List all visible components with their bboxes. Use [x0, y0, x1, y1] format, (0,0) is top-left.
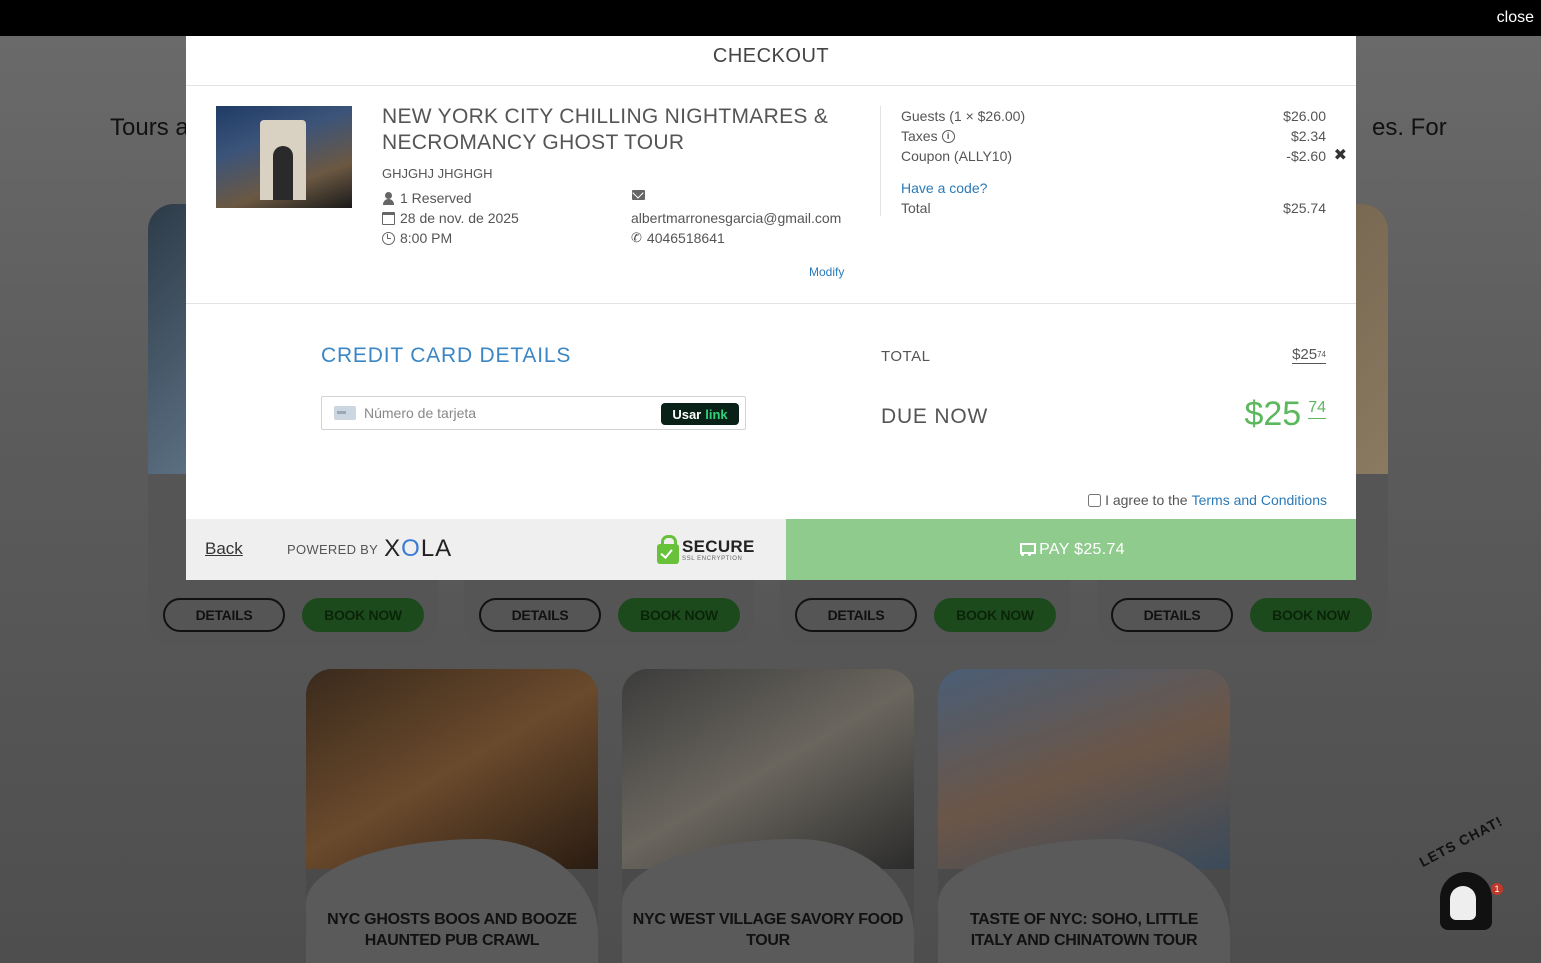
- divider: [880, 106, 881, 216]
- modal-footer: Back POWERED BY XOLA SECURE SSL ENCRYPTI…: [186, 519, 786, 580]
- details-button[interactable]: DETAILS: [163, 598, 285, 632]
- remove-coupon-icon[interactable]: ✖: [1334, 148, 1347, 164]
- due-now-label: DUE NOW: [881, 405, 989, 428]
- secure-badge: SECURE SSL ENCRYPTION: [657, 535, 755, 564]
- clock-icon: [382, 231, 395, 245]
- tour-title: NEW YORK CITY CHILLING NIGHTMARES & NECR…: [382, 105, 829, 154]
- time-info: 8:00 PM: [382, 230, 452, 246]
- email-info: albertmarronesgarcia@gmail.com: [631, 210, 842, 226]
- email-icon-row: [632, 190, 645, 200]
- date-info: 28 de nov. de 2025: [382, 210, 519, 226]
- reserved-info: 1 Reserved: [382, 190, 472, 206]
- have-code-link[interactable]: Have a code?: [901, 180, 987, 200]
- card-number-field[interactable]: Usar link: [321, 396, 746, 430]
- price-breakdown: Guests (1 × $26.00) $26.00 Taxes i $2.34…: [901, 108, 1347, 220]
- intro-text-right: es. For: [1372, 114, 1447, 141]
- details-button[interactable]: DETAILS: [479, 598, 601, 632]
- intro-text-left: Tours a: [110, 114, 189, 141]
- user-icon: [382, 191, 395, 205]
- back-button[interactable]: Back: [205, 539, 243, 559]
- tour-image: [216, 106, 352, 208]
- price-row-guests: Guests (1 × $26.00) $26.00: [901, 108, 1326, 124]
- tour-card[interactable]: NYC GHOSTS BOOS AND BOOZE HAUNTED PUB CR…: [306, 669, 598, 963]
- book-now-button[interactable]: BOOK NOW: [302, 598, 424, 632]
- chat-notification-badge: 1: [1491, 883, 1503, 895]
- calendar-icon: [382, 211, 395, 225]
- credit-card-title: CREDIT CARD DETAILS: [321, 344, 572, 367]
- price-row-coupon: Coupon (ALLY10) -$2.60 ✖: [901, 147, 1347, 165]
- price-row-taxes: Taxes i $2.34: [901, 128, 1326, 144]
- ghost-icon: [1440, 872, 1492, 930]
- card-number-input[interactable]: [364, 405, 654, 421]
- terms-checkbox[interactable]: [1088, 493, 1102, 507]
- total-amount: $2574: [1292, 346, 1326, 364]
- phone-info: ✆ 4046518641: [631, 230, 725, 246]
- chat-widget[interactable]: LETS CHAT! 1: [1416, 813, 1512, 934]
- tour-card-title: NYC WEST VILLAGE SAVORY FOOD TOUR: [632, 911, 904, 949]
- book-now-button[interactable]: BOOK NOW: [1250, 598, 1372, 632]
- tour-card[interactable]: TASTE OF NYC: SOHO, LITTLE ITALY AND CHI…: [938, 669, 1230, 963]
- book-now-button[interactable]: BOOK NOW: [934, 598, 1056, 632]
- booking-summary: NEW YORK CITY CHILLING NIGHTMARES & NECR…: [186, 86, 1356, 304]
- phone-icon: ✆: [631, 230, 642, 245]
- modal-title: CHECKOUT: [186, 36, 1356, 86]
- cart-icon: [1017, 541, 1037, 556]
- xola-logo: XOLA: [384, 535, 453, 562]
- terms-agreement[interactable]: I agree to the Terms and Conditions: [1088, 492, 1327, 508]
- modify-link[interactable]: Modify: [809, 265, 844, 279]
- close-button[interactable]: close: [1497, 9, 1534, 27]
- guest-name: GHJGHJ JHGHGH: [382, 166, 493, 181]
- use-link-button[interactable]: Usar link: [661, 403, 739, 425]
- credit-card-icon: [334, 406, 356, 420]
- total-label: TOTAL: [881, 348, 931, 365]
- pay-button[interactable]: PAY $25.74: [786, 519, 1356, 580]
- due-now-amount: $25 74: [1244, 395, 1326, 433]
- overlay-top-bar: close: [0, 0, 1541, 36]
- price-row-total: Total $25.74: [901, 200, 1326, 216]
- powered-by: POWERED BY XOLA: [287, 535, 453, 562]
- book-now-button[interactable]: BOOK NOW: [618, 598, 740, 632]
- checkout-modal: CHECKOUT NEW YORK CITY CHILLING NIGHTMAR…: [186, 36, 1356, 580]
- lock-icon: [657, 535, 679, 564]
- tour-card-title: NYC GHOSTS BOOS AND BOOZE HAUNTED PUB CR…: [327, 911, 577, 949]
- info-icon[interactable]: i: [941, 129, 955, 143]
- tour-card[interactable]: NYC WEST VILLAGE SAVORY FOOD TOUR: [622, 669, 914, 963]
- tour-card-title: TASTE OF NYC: SOHO, LITTLE ITALY AND CHI…: [969, 911, 1199, 949]
- envelope-icon: [632, 190, 645, 200]
- details-button[interactable]: DETAILS: [795, 598, 917, 632]
- terms-link[interactable]: Terms and Conditions: [1192, 492, 1327, 508]
- details-button[interactable]: DETAILS: [1111, 598, 1233, 632]
